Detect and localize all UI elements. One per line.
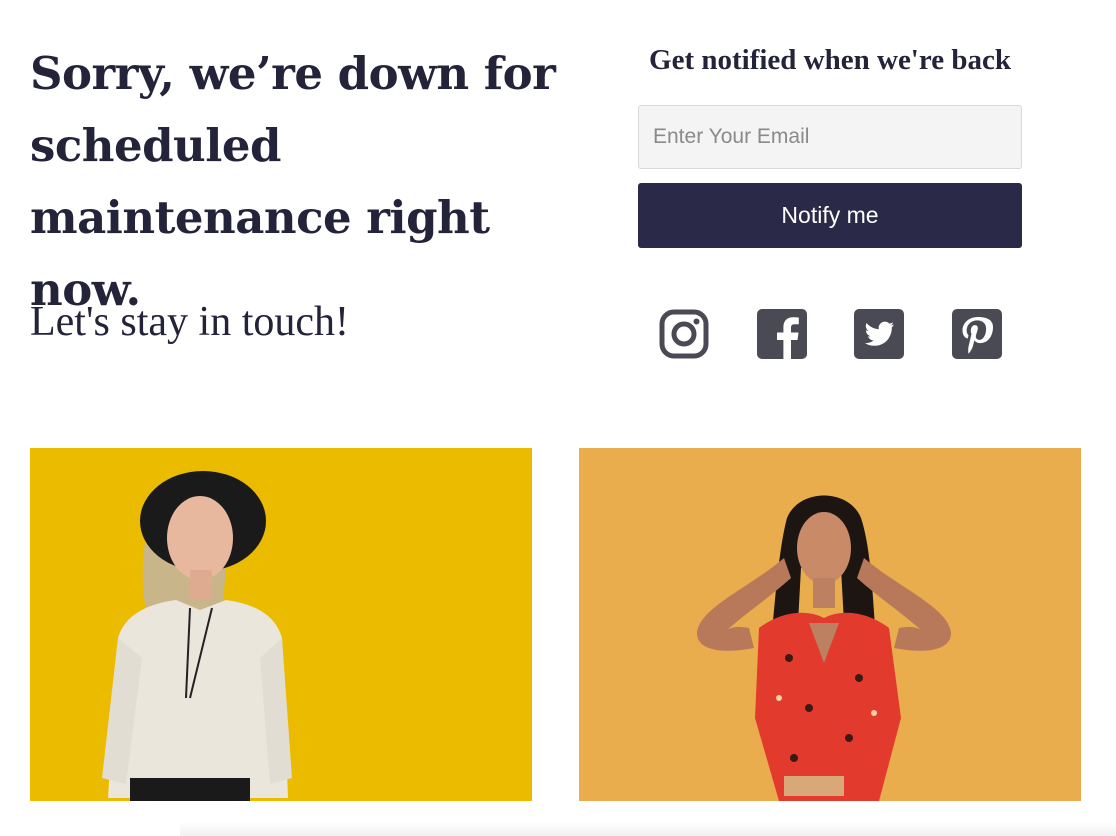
twitter-link[interactable] [854,309,904,359]
maintenance-page: Sorry, we’re down for scheduled maintena… [0,0,1116,836]
photo-woman-yellow [30,448,532,801]
instagram-icon [659,309,709,359]
photo-woman-orange [579,448,1081,801]
facebook-icon [757,309,807,359]
notify-button[interactable]: Notify me [638,183,1022,248]
stay-in-touch-text: Let's stay in touch! [30,299,349,345]
email-field[interactable] [638,105,1022,169]
instagram-link[interactable] [659,309,709,359]
facebook-link[interactable] [757,309,807,359]
twitter-icon [854,309,904,359]
pinterest-link[interactable] [952,309,1002,359]
notify-heading: Get notified when we're back [649,44,1011,76]
bottom-divider [180,822,1116,836]
page-title: Sorry, we’re down for scheduled maintena… [30,47,556,316]
pinterest-icon [952,309,1002,359]
